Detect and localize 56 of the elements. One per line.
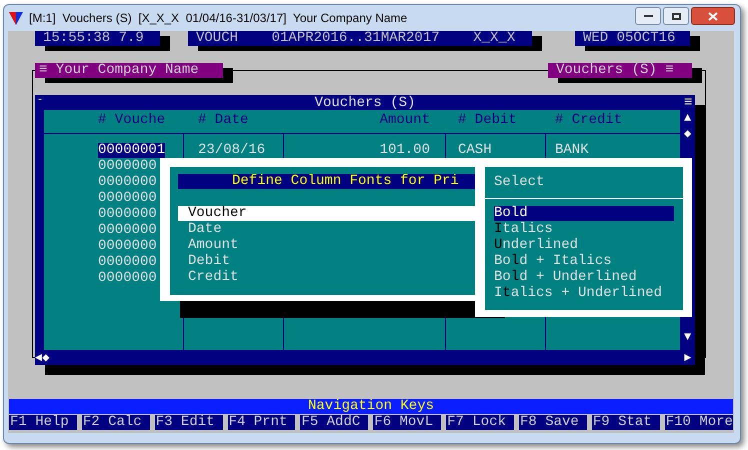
option-item[interactable]: Bold: [494, 206, 674, 221]
table-cell: 0000000: [98, 223, 157, 238]
table-cell: 0000000: [98, 191, 157, 206]
table-cell: 0000000: [98, 239, 157, 254]
frame-title: ≡ Your Company Name: [35, 63, 223, 78]
window-title: Vouchers (S): [314, 96, 416, 111]
table-cell: 0000000: [98, 159, 157, 174]
function-key[interactable]: F9 Stat: [592, 415, 660, 430]
table-cell: 0000000: [98, 271, 157, 286]
table-cell: 23/08/16: [198, 143, 266, 158]
close-button[interactable]: [691, 7, 735, 25]
table-cell: BANK: [555, 143, 589, 158]
function-key[interactable]: F6 MovL: [373, 415, 442, 430]
function-key[interactable]: F4 Prnt: [228, 415, 296, 430]
scroll-right-arrow[interactable]: ►: [684, 351, 692, 366]
list-item[interactable]: Amount: [178, 238, 477, 253]
triangle-icon: [9, 12, 23, 24]
menu-icon[interactable]: ≡: [684, 96, 692, 111]
table-cell: 0000000: [98, 255, 157, 270]
scroll-down-arrow[interactable]: ▼: [684, 330, 692, 345]
function-key[interactable]: F2 Calc: [82, 415, 150, 430]
dialog-title: Define Column Fonts for Pri: [178, 174, 477, 189]
info-box: VOUCH 01APR2016..31MAR2017 X_X_X: [188, 31, 532, 46]
function-key[interactable]: F5 AddC: [300, 415, 368, 430]
minimize-button[interactable]: [635, 7, 661, 25]
scroll-up-arrow[interactable]: ▲: [684, 111, 692, 126]
table-cell: 101.00: [380, 143, 430, 158]
table-cell: CASH: [458, 143, 492, 158]
frame-title: Vouchers (S) ≡: [548, 63, 692, 78]
list-item[interactable]: Date: [178, 222, 477, 237]
function-key[interactable]: F1 Help: [9, 415, 77, 430]
option-item[interactable]: Bold + Underlined: [494, 270, 637, 285]
table-cell: 0000000: [98, 175, 157, 190]
option-item[interactable]: Italics + Underlined: [494, 286, 662, 301]
info-box: WED 05OCT16: [575, 31, 690, 46]
function-key[interactable]: F10 More: [664, 415, 733, 430]
list-item[interactable]: Credit: [178, 270, 477, 285]
table-cell: 00000001: [98, 143, 166, 158]
function-key[interactable]: F7 Lock: [446, 415, 514, 430]
maximize-button[interactable]: [663, 7, 689, 25]
function-key[interactable]: F3 Edit: [154, 415, 223, 430]
option-item[interactable]: Italics: [494, 222, 553, 237]
option-item[interactable]: Bold + Italics: [494, 254, 612, 269]
list-item[interactable]: Voucher: [178, 206, 477, 221]
window-title: [M:1] Vouchers (S) [X_X_X 01/04/16-31/03/17] Your Company Name: [29, 10, 408, 27]
info-box: 15:55:38 7.9: [35, 31, 160, 46]
horizontal-scroll-thumb[interactable]: ◄◆: [35, 351, 50, 366]
window-close-glyph[interactable]: -: [37, 96, 44, 106]
table-cell: 0000000: [98, 207, 157, 222]
navigation-bar: Navigation Keys: [9, 399, 733, 414]
close-icon: [708, 12, 718, 20]
list-item[interactable]: Debit: [178, 254, 477, 269]
option-item[interactable]: Underlined: [494, 238, 578, 253]
select-title: Select: [494, 175, 544, 190]
function-key[interactable]: F8 Save: [519, 415, 587, 430]
scroll-thumb[interactable]: ◆: [684, 127, 692, 142]
